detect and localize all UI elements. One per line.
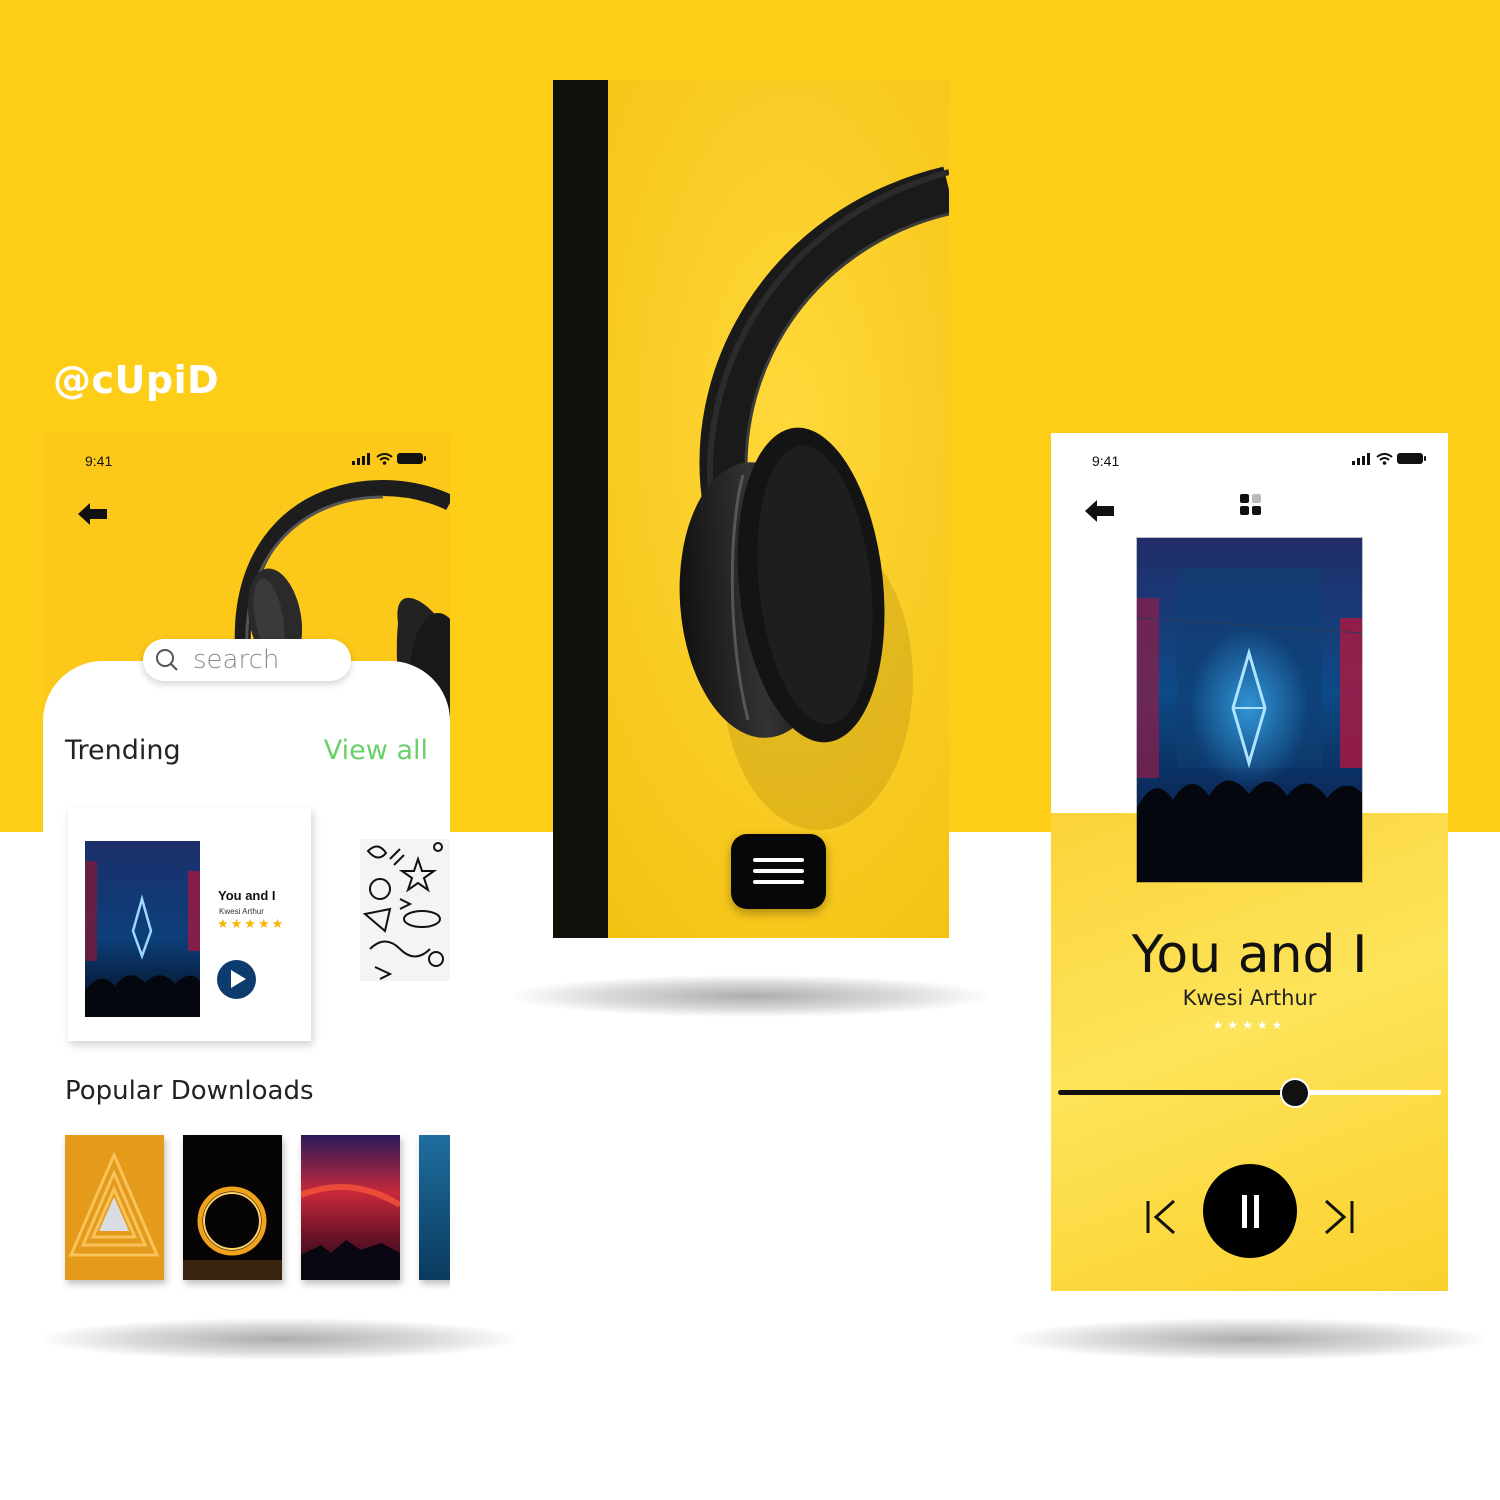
download-thumb[interactable]: [301, 1135, 400, 1280]
trending-card-rating: ★★★★★: [217, 916, 286, 931]
track-artist: Kwesi Arthur: [1182, 986, 1317, 1010]
back-arrow-icon[interactable]: [1085, 500, 1115, 522]
doodle-art[interactable]: [360, 839, 450, 981]
next-icon[interactable]: [1322, 1199, 1356, 1235]
search-icon: [156, 649, 178, 671]
status-time: 9:41: [85, 453, 113, 469]
status-icons: [352, 452, 427, 465]
wifi-icon: [1376, 452, 1393, 465]
pause-icon: [1242, 1195, 1247, 1228]
trending-card-title: You and I: [218, 888, 276, 903]
play-button[interactable]: [217, 960, 256, 999]
previous-icon[interactable]: [1144, 1199, 1178, 1235]
album-cover: [1137, 538, 1362, 882]
trending-heading: Trending: [65, 735, 181, 766]
blue-ocean-art: [419, 1135, 450, 1280]
track-rating: ★★★★★: [1212, 1018, 1287, 1032]
album-art: [85, 841, 200, 1017]
battery-icon: [1397, 453, 1426, 464]
track-title: You and I: [1131, 925, 1368, 985]
download-thumb[interactable]: [419, 1135, 450, 1280]
popular-downloads-heading: Popular Downloads: [65, 1076, 314, 1106]
progress-fill: [1058, 1090, 1296, 1095]
headphones-image: [553, 80, 949, 938]
trending-card-artist: Kwesi Arthur: [219, 907, 264, 916]
trending-card[interactable]: You and I Kwesi Arthur ★★★★★: [68, 808, 311, 1041]
now-playing-screen: 9:41 You and I Kwesi Arthur ★★★★★: [1051, 433, 1448, 1291]
signal-icon: [1352, 452, 1370, 465]
orange-triangle-art: [65, 1135, 164, 1280]
view-all-link[interactable]: View all: [324, 735, 428, 766]
status-time: 9:41: [1092, 453, 1120, 469]
red-sunset-art: [301, 1135, 400, 1280]
grid-icon[interactable]: [1240, 494, 1262, 516]
signal-icon: [352, 452, 370, 465]
back-arrow-icon[interactable]: [78, 503, 108, 525]
download-thumb[interactable]: [183, 1135, 282, 1280]
hamburger-menu-icon[interactable]: [731, 834, 826, 909]
progress-slider[interactable]: [1058, 1078, 1441, 1108]
ring-of-fire-art: [183, 1135, 282, 1280]
status-icons: [1352, 452, 1427, 465]
dark-side-bar: [553, 80, 608, 938]
download-thumb[interactable]: [65, 1135, 164, 1280]
wifi-icon: [376, 452, 393, 465]
left-phone-shadow: [40, 1318, 520, 1360]
center-panel-shadow: [512, 975, 990, 1017]
pause-button[interactable]: [1203, 1164, 1297, 1258]
browse-screen: 9:41 search Trending View all You and I …: [43, 433, 450, 1313]
splash-screen: [553, 80, 949, 938]
search-placeholder: search: [193, 645, 280, 675]
right-phone-shadow: [1010, 1318, 1488, 1360]
brand-handle: @cUpiD: [53, 358, 220, 402]
search-bar[interactable]: search: [143, 639, 351, 681]
battery-icon: [397, 453, 426, 464]
